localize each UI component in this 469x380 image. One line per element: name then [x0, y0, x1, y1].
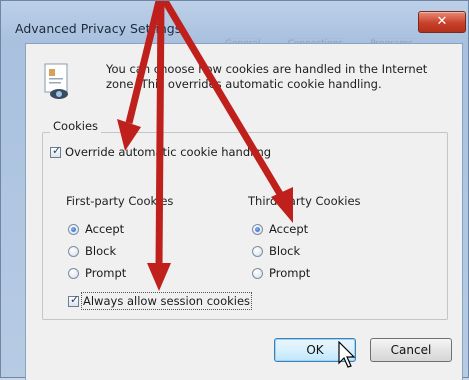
third-party-title: Third-party Cookies: [248, 194, 361, 208]
title-bar[interactable]: Advanced Privacy Settings General Connec…: [1, 1, 468, 49]
cancel-button[interactable]: Cancel: [370, 338, 452, 362]
cookies-group-label: Cookies: [50, 119, 102, 133]
first-party-accept-label: Accept: [85, 222, 125, 236]
dialog-body: You can choose how cookies are handled i…: [25, 43, 463, 380]
override-checkbox[interactable]: ✓: [50, 143, 62, 158]
first-party-accept[interactable]: Accept: [68, 222, 124, 236]
third-party-accept-radio[interactable]: [252, 223, 263, 235]
third-party-accept-label: Accept: [269, 222, 309, 236]
first-party-prompt-label: Prompt: [85, 266, 127, 280]
window-title: Advanced Privacy Settings: [15, 21, 182, 36]
first-party-accept-radio[interactable]: [68, 223, 79, 235]
first-party-prompt-radio[interactable]: [68, 267, 79, 279]
session-checkbox-row[interactable]: ✓ Always allow session cookies: [68, 292, 253, 310]
first-party-title: First-party Cookies: [66, 194, 174, 208]
close-icon: ✕: [436, 14, 448, 29]
session-checkbox[interactable]: ✓: [68, 292, 80, 307]
override-checkbox-row[interactable]: ✓ Override automatic cookie handling: [50, 143, 272, 159]
third-party-prompt-label: Prompt: [269, 266, 311, 280]
checkbox-tick-icon: ✓: [52, 143, 62, 157]
third-party-block[interactable]: Block: [252, 244, 300, 258]
first-party-block-label: Block: [85, 244, 117, 258]
mouse-cursor-icon: [338, 341, 356, 368]
third-party-accept[interactable]: Accept: [252, 222, 308, 236]
checkbox-tick-icon: ✓: [70, 292, 80, 306]
third-party-prompt-radio[interactable]: [252, 267, 263, 279]
session-label: Always allow session cookies: [80, 292, 253, 310]
first-party-prompt[interactable]: Prompt: [68, 266, 126, 280]
close-button[interactable]: ✕: [418, 11, 466, 33]
override-label: Override automatic cookie handling: [65, 145, 272, 159]
intro-text: You can choose how cookies are handled i…: [106, 62, 428, 91]
third-party-prompt[interactable]: Prompt: [252, 266, 310, 280]
advanced-privacy-settings-window: Advanced Privacy Settings General Connec…: [0, 0, 469, 380]
privacy-document-icon: [44, 63, 68, 99]
first-party-block[interactable]: Block: [68, 244, 116, 258]
third-party-block-label: Block: [269, 244, 301, 258]
first-party-block-radio[interactable]: [68, 245, 79, 257]
third-party-block-radio[interactable]: [252, 245, 263, 257]
